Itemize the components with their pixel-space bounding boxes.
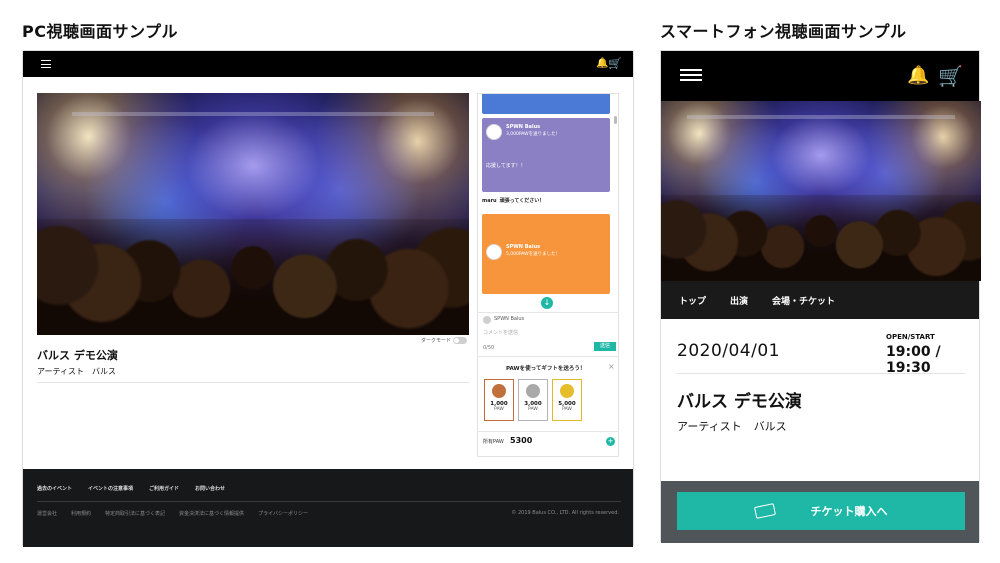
- gift-unit: PAW: [562, 407, 572, 412]
- gift-option-gold[interactable]: 5,000 PAW: [552, 379, 582, 421]
- footer-link-privacy[interactable]: プライバシーポリシー: [258, 510, 308, 517]
- bell-icon[interactable]: 🔔: [596, 58, 608, 69]
- message-gift-amount: 3,000PAWを送りました！: [506, 132, 561, 137]
- cart-icon[interactable]: 🛒: [608, 57, 622, 70]
- pc-mockup: 🔔 🛒 ダークモード バルス デモ公演 アーティスト バルス SPWN Balus…: [22, 50, 634, 547]
- divider: [478, 431, 618, 432]
- divider: [37, 382, 469, 383]
- divider: [37, 501, 621, 502]
- avatar: [483, 316, 491, 324]
- open-start-time: 19:00 / 19:30: [886, 344, 941, 376]
- artist-line: アーティスト バルス: [677, 418, 787, 434]
- footer-link-notes[interactable]: イベントの注意事項: [88, 485, 133, 492]
- owned-paw-value: 5300: [510, 436, 533, 445]
- event-title: バルス デモ公演: [37, 349, 118, 362]
- pc-section-title: PC視聴画面サンプル: [22, 22, 178, 41]
- footer-link-guide[interactable]: ご利用ガイド: [149, 485, 179, 492]
- footer-links: 過去のイベント イベントの注意事項 ご利用ガイド お問い合わせ: [37, 485, 225, 492]
- gift-message: SPWN Balus 5,000PAWを送りました！: [482, 214, 610, 294]
- comment-user: maru: [482, 198, 497, 204]
- comment-input[interactable]: コメントを送信: [483, 329, 518, 336]
- video-player[interactable]: [37, 93, 469, 335]
- smartphone-mockup: 🔔 🛒 トップ 出演 会場・チケット 2020/04/01 OPEN/START…: [660, 50, 981, 543]
- divider: [478, 356, 618, 357]
- chat-panel: SPWN Balus 3,000PAWを送りました！ 応援してます！！ maru…: [477, 93, 619, 457]
- message-user: SPWN Balus: [506, 124, 541, 130]
- divider: [677, 373, 965, 374]
- close-icon[interactable]: ×: [608, 362, 615, 371]
- chat-message: [482, 94, 610, 114]
- gift-option-bronze[interactable]: 1,000 PAW: [484, 379, 514, 421]
- pc-header: 🔔 🛒: [23, 51, 633, 77]
- scroll-down-icon[interactable]: ↓: [541, 297, 553, 309]
- gift-message: SPWN Balus 3,000PAWを送りました！ 応援してます！！: [482, 118, 610, 192]
- owned-paw-label: 所有PAW: [483, 439, 504, 445]
- message-text: 応援してます！！: [486, 163, 526, 169]
- avatar: [486, 244, 502, 260]
- hamburger-icon[interactable]: [41, 60, 51, 68]
- footer-link-payment[interactable]: 資金決済法に基づく情報提供: [179, 510, 244, 517]
- send-button[interactable]: 送信: [594, 342, 616, 351]
- gift-unit: PAW: [528, 407, 538, 412]
- stage-truss: [71, 112, 435, 117]
- event-title: バルス デモ公演: [677, 392, 802, 412]
- silver-coin-icon: [526, 384, 540, 398]
- event-date: 2020/04/01: [677, 341, 780, 361]
- chat-comment: maru 頑張ってください！: [482, 197, 547, 204]
- artist-name: バルス: [92, 367, 117, 376]
- crowd-silhouette: [37, 218, 469, 335]
- input-user-name: SPWN Balus: [494, 316, 525, 322]
- footer-link-company[interactable]: 運営会社: [37, 510, 57, 517]
- gift-title: PAWを使ってギフトを送ろう！: [506, 366, 586, 372]
- copyright: © 2019 Balus CO., LTD. All rights reserv…: [511, 510, 619, 516]
- buy-ticket-button[interactable]: チケット購入へ: [677, 492, 965, 530]
- dark-mode-label: ダークモード: [421, 338, 452, 344]
- gold-coin-icon: [560, 384, 574, 398]
- bell-icon[interactable]: 🔔: [907, 65, 929, 86]
- bronze-coin-icon: [492, 384, 506, 398]
- comment-text: 頑張ってください！: [499, 198, 545, 204]
- ticket-icon: [753, 503, 776, 519]
- add-paw-icon[interactable]: +: [606, 437, 615, 446]
- tab-performers[interactable]: 出演: [730, 294, 748, 307]
- sp-tab-nav: トップ 出演 会場・チケット: [661, 281, 979, 319]
- dark-mode-toggle[interactable]: [453, 337, 467, 344]
- cart-icon[interactable]: 🛒: [938, 64, 963, 88]
- pc-footer: 過去のイベント イベントの注意事項 ご利用ガイド お問い合わせ 運営会社 利用規…: [23, 469, 633, 547]
- smartphone-section-title: スマートフォン視聴画面サンプル: [660, 22, 907, 41]
- footer-link-contact[interactable]: お問い合わせ: [195, 485, 225, 492]
- video-player[interactable]: [661, 101, 981, 281]
- tab-venue-ticket[interactable]: 会場・チケット: [772, 294, 835, 307]
- message-user: SPWN Balus: [506, 244, 541, 250]
- avatar: [486, 124, 502, 140]
- buy-ticket-label: チケット購入へ: [810, 505, 888, 518]
- gift-unit: PAW: [494, 407, 504, 412]
- ticket-bar: チケット購入へ: [661, 481, 979, 543]
- stage-truss: [686, 115, 956, 120]
- hamburger-icon[interactable]: [680, 69, 702, 81]
- footer-link-past-events[interactable]: 過去のイベント: [37, 485, 72, 492]
- footer-link-commerce[interactable]: 特定商取引法に基づく表記: [105, 510, 165, 517]
- footer-link-terms[interactable]: 利用規約: [71, 510, 91, 517]
- chat-scrollbar[interactable]: [614, 116, 617, 124]
- footer-sublinks: 運営会社 利用規約 特定商取引法に基づく表記 資金決済法に基づく情報提供 プライ…: [37, 510, 308, 517]
- sp-header: 🔔 🛒: [661, 51, 979, 101]
- artist-label: アーティスト: [37, 367, 85, 376]
- divider: [478, 312, 618, 313]
- message-gift-amount: 5,000PAWを送りました！: [506, 252, 561, 257]
- tab-top[interactable]: トップ: [679, 294, 706, 307]
- open-start-label: OPEN/START: [886, 333, 935, 341]
- crowd-silhouette: [661, 194, 981, 281]
- gift-option-silver[interactable]: 3,000 PAW: [518, 379, 548, 421]
- artist-label: アーティスト: [677, 420, 742, 433]
- artist-name: バルス: [753, 420, 787, 433]
- artist-line: アーティスト バルス: [37, 366, 116, 377]
- char-counter: 0/50: [483, 345, 495, 351]
